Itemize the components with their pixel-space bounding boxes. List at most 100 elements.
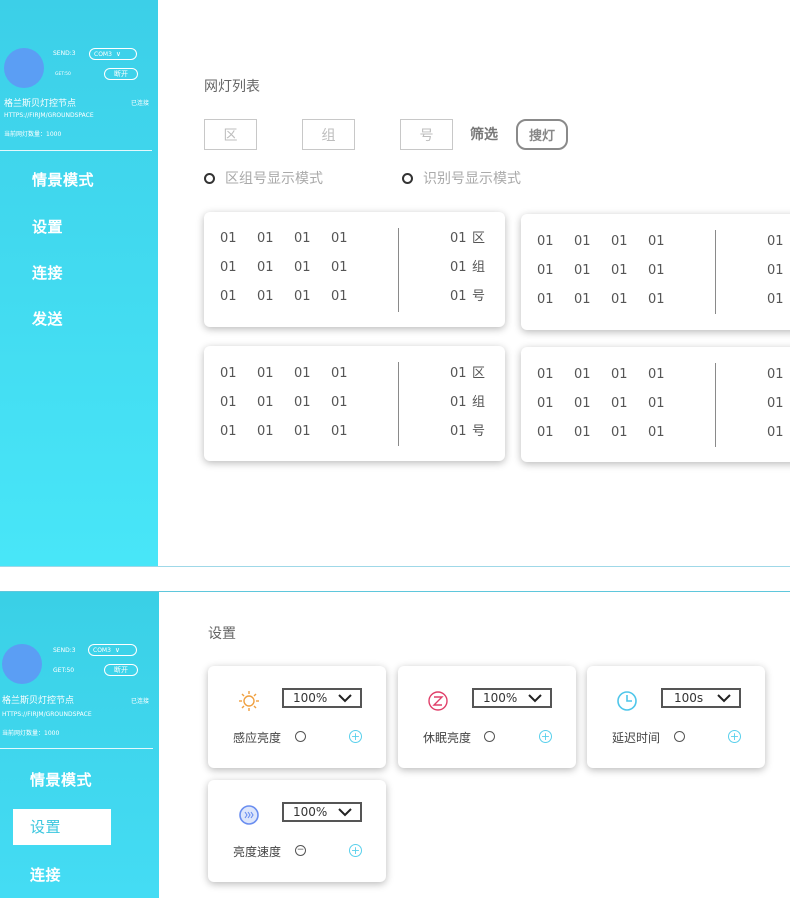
lamp-card[interactable]: 01 01 01 01 01 01 01 01 01 01 01 01 01 区 01 组 01 号	[204, 346, 505, 461]
add-icon[interactable]: +	[728, 730, 741, 743]
id-type-label: 区	[472, 231, 486, 246]
lamp-id-cell: 01	[220, 231, 237, 246]
lamp-id-cell: 01	[537, 292, 554, 307]
zone-group-id-column: 01 01 01	[767, 367, 790, 441]
lamp-id-cell: 01	[331, 395, 348, 410]
nav-scene-mode[interactable]: 情景模式	[30, 769, 92, 790]
setting-card-brightness-speed: 100% 亮度速度 − +	[208, 780, 386, 882]
add-icon[interactable]: +	[539, 730, 552, 743]
sidebar: SEND:3 COM3 ∨ GET:50 断开 格兰斯贝灯控节点 已连接 HTT…	[0, 592, 159, 898]
nav-connect[interactable]: 连接	[32, 262, 63, 283]
brightness-speed-select[interactable]: 100%	[282, 802, 362, 822]
id-value: 01	[450, 289, 467, 304]
com-port-select[interactable]: COM3 ∨	[88, 644, 137, 656]
nav-scene-mode[interactable]: 情景模式	[32, 169, 94, 190]
radio-circle[interactable]	[674, 731, 685, 742]
lamp-card[interactable]: 01 01 01 01 01 01 01 01 01 01 01 01 01 区 01 组 01 号	[204, 212, 505, 327]
filter-label: 筛选	[470, 127, 498, 143]
id-value: 01	[767, 292, 784, 307]
id-filter-input[interactable]: 号	[400, 119, 453, 150]
lamp-id-cell: 01	[537, 396, 554, 411]
id-type-label: 组	[472, 260, 486, 275]
lamp-id-cell: 01	[648, 396, 665, 411]
id-type-label: 号	[472, 289, 486, 304]
sun-icon	[238, 690, 260, 712]
lamp-id-cell: 01	[294, 260, 311, 275]
node-name: 格兰斯贝灯控节点	[4, 99, 77, 109]
delay-time-select[interactable]: 100s	[661, 688, 741, 708]
lamp-card[interactable]: 01 01 01 01 01 01 01 01 01 01 01 01 01 01 01	[521, 214, 790, 330]
avatar[interactable]	[2, 644, 42, 684]
lamp-id-cell: 01	[648, 292, 665, 307]
zone-filter-input[interactable]: 区	[204, 119, 257, 150]
lamp-id-cell: 01	[331, 231, 348, 246]
connection-status: 已连接	[131, 698, 150, 705]
lamp-id-grid: 01 01 01 01 01 01 01 01 01 01 01 01	[537, 234, 685, 308]
add-icon[interactable]: +	[349, 730, 362, 743]
avatar[interactable]	[4, 48, 44, 88]
lamp-id-cell: 01	[537, 367, 554, 382]
page-title: 设置	[208, 626, 236, 642]
radio-circle[interactable]	[484, 731, 495, 742]
com-port-select[interactable]: COM3 ∨	[89, 48, 137, 60]
nav-settings[interactable]: 设置	[13, 809, 111, 845]
lamp-id-cell: 01	[220, 424, 237, 439]
zone-group-id-column: 01 区 01 组 01 号	[450, 366, 490, 440]
lamp-card[interactable]: 01 01 01 01 01 01 01 01 01 01 01 01 01 01 01	[521, 347, 790, 462]
setting-card-delay-time: 100s 延迟时间 +	[587, 666, 765, 768]
setting-label: 感应亮度	[233, 731, 282, 745]
lamp-id-cell: 01	[257, 424, 274, 439]
lamp-id-cell: 01	[574, 425, 591, 440]
id-value: 01	[450, 260, 467, 275]
search-lamp-button[interactable]: 搜灯	[516, 119, 568, 150]
chevron-down-icon	[338, 808, 352, 817]
radio-id-mode[interactable]: 识别号显示模式	[402, 168, 521, 188]
lamp-id-cell: 01	[257, 289, 274, 304]
chevron-down-icon	[338, 694, 352, 703]
lamp-id-cell: 01	[257, 231, 274, 246]
lamp-id-cell: 01	[537, 425, 554, 440]
nav-send[interactable]: 发送	[32, 308, 63, 329]
add-icon[interactable]: +	[349, 844, 362, 857]
radio-zone-group-mode[interactable]: 区组号显示模式	[204, 168, 323, 188]
lamp-id-cell: 01	[648, 367, 665, 382]
nav-settings[interactable]: 设置	[32, 216, 63, 237]
id-type-label: 号	[472, 424, 486, 439]
lamp-id-cell: 01	[331, 366, 348, 381]
lamp-id-cell: 01	[220, 395, 237, 410]
send-count: SEND:3	[53, 50, 76, 57]
nav-connect[interactable]: 连接	[30, 864, 61, 885]
lamp-count: 当前网灯数量：1000	[4, 131, 62, 138]
lamp-id-cell: 01	[294, 366, 311, 381]
sleep-brightness-select[interactable]: 100%	[472, 688, 552, 708]
lamp-id-cell: 01	[574, 263, 591, 278]
sensor-brightness-select[interactable]: 100%	[282, 688, 362, 708]
radio-circle[interactable]	[295, 731, 306, 742]
minus-circle-icon[interactable]: −	[295, 845, 306, 856]
select-value: 100%	[293, 805, 328, 819]
chevron-down-icon	[717, 694, 731, 703]
setting-label: 休眠亮度	[423, 731, 472, 745]
id-value: 01	[450, 366, 467, 381]
speed-icon	[238, 804, 260, 826]
group-filter-input[interactable]: 组	[302, 119, 355, 150]
com-port-value: COM3	[93, 646, 111, 654]
setting-label: 亮度速度	[233, 845, 282, 859]
id-value: 01	[450, 231, 467, 246]
id-value: 01	[767, 425, 784, 440]
setting-label: 延迟时间	[612, 731, 661, 745]
lamp-id-cell: 01	[331, 289, 348, 304]
id-value: 01	[450, 424, 467, 439]
disconnect-button[interactable]: 断开	[104, 664, 138, 676]
zone-group-id-column: 01 区 01 组 01 号	[450, 231, 490, 305]
lamp-id-cell: 01	[611, 234, 628, 249]
settings-screen: SEND:3 COM3 ∨ GET:50 断开 格兰斯贝灯控节点 已连接 HTT…	[0, 591, 790, 898]
setting-card-sleep-brightness: 100% 休眠亮度 +	[398, 666, 576, 768]
disconnect-button[interactable]: 断开	[104, 68, 138, 80]
lamp-id-cell: 01	[611, 396, 628, 411]
lamp-list-screen: SEND:3 COM3 ∨ GET:50 断开 格兰斯贝灯控节点 已连接 HTT…	[0, 0, 790, 567]
get-count: GET:50	[55, 71, 71, 77]
radio-label: 识别号显示模式	[423, 171, 521, 187]
id-value: 01	[767, 396, 784, 411]
lamp-id-cell: 01	[257, 366, 274, 381]
